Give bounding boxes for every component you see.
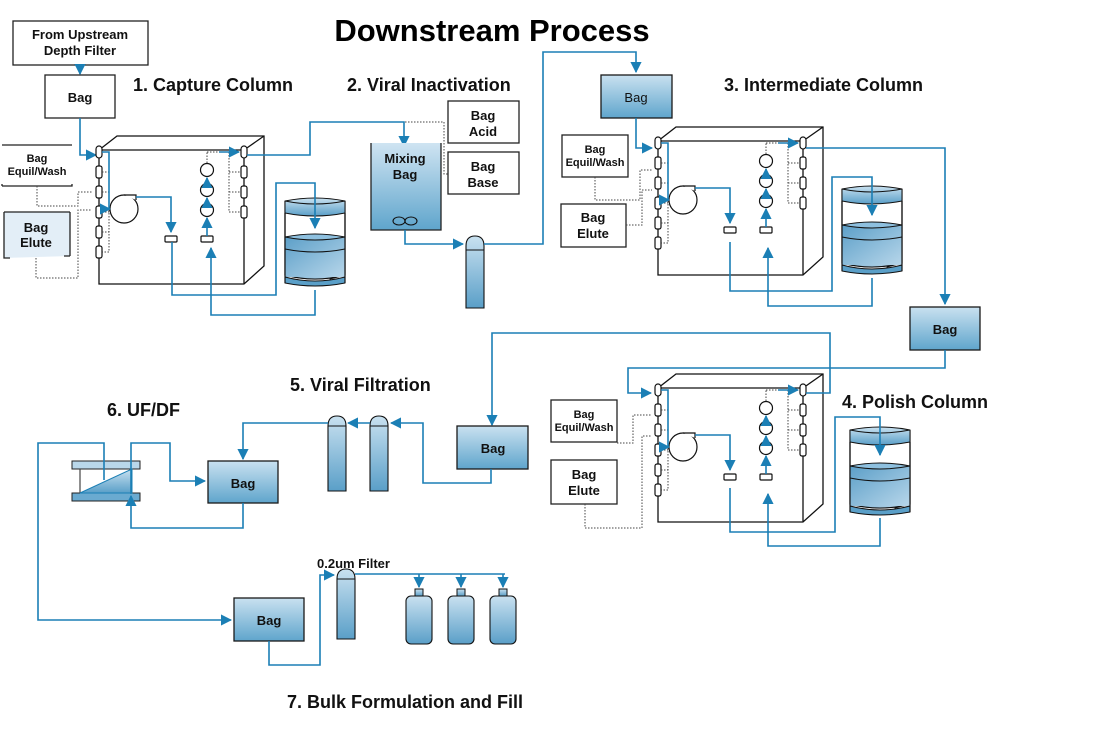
sterile-filter-label: 0.2um Filter [317, 556, 390, 571]
fill-bottle-3 [489, 588, 517, 645]
intermediate-chromatography-skid [655, 127, 823, 275]
svg-text:Base: Base [467, 175, 498, 190]
fill-bottle-2 [447, 588, 475, 645]
svg-text:Bag: Bag [572, 467, 597, 482]
svg-text:Bag: Bag [24, 220, 49, 235]
step-intermediate-column: 3. Intermediate Column [724, 75, 923, 95]
step-capture-column: 1. Capture Column [133, 75, 293, 95]
fill-bottle-1 [405, 588, 433, 645]
process-diagram: Downstream Process 1. Capture Column 2. … [1, 13, 988, 712]
svg-text:Equil/Wash: Equil/Wash [566, 157, 625, 169]
svg-text:Bag: Bag [27, 153, 48, 165]
svg-text:Acid: Acid [469, 124, 497, 139]
mixing-bag: Mixing Bag [370, 143, 442, 231]
viral-filter-2 [369, 415, 389, 492]
sterile-filter [336, 568, 356, 640]
svg-text:Bag: Bag [471, 159, 496, 174]
svg-text:Bag: Bag [585, 144, 606, 156]
upstream-depth-filter-box: From Upstream Depth Filter [12, 20, 149, 66]
base-bag: Bag Base [447, 151, 520, 195]
svg-text:Equil/Wash: Equil/Wash [555, 422, 614, 434]
polish-equil-wash-bag: Bag Equil/Wash [550, 399, 618, 443]
capture-feed-bag: Bag [44, 74, 116, 119]
capture-equil-wash-bag: Bag Equil/Wash [1, 144, 73, 187]
svg-text:Equil/Wash: Equil/Wash [8, 166, 67, 178]
svg-text:Bag: Bag [624, 90, 647, 105]
step-viral-filtration: 5. Viral Filtration [290, 375, 431, 395]
svg-text:Elute: Elute [20, 235, 52, 250]
bulk-formulation-bag: Bag [233, 597, 305, 642]
ufdf-retentate-bag: Bag [207, 460, 279, 504]
intermediate-product-bag: Bag [909, 306, 981, 351]
svg-text:Bag: Bag [231, 476, 256, 491]
page-title: Downstream Process [334, 13, 649, 48]
svg-text:Elute: Elute [568, 483, 600, 498]
svg-text:Bag: Bag [574, 409, 595, 421]
svg-text:Bag: Bag [481, 441, 506, 456]
svg-text:Bag: Bag [581, 210, 606, 225]
polish-chromatography-skid [655, 374, 823, 522]
step-bulk-formulation-fill: 7. Bulk Formulation and Fill [287, 692, 523, 712]
viral-filter-1 [327, 415, 347, 492]
svg-text:Elute: Elute [577, 226, 609, 241]
svg-text:Bag: Bag [471, 108, 496, 123]
step-polish-column: 4. Polish Column [842, 392, 988, 412]
svg-text:Bag: Bag [933, 322, 958, 337]
svg-text:Bag: Bag [257, 613, 282, 628]
capture-chromatography-skid [96, 136, 264, 284]
svg-text:Depth Filter: Depth Filter [44, 43, 116, 58]
polish-elute-bag: Bag Elute [550, 459, 618, 505]
tff-cassette [71, 460, 141, 502]
acid-bag: Bag Acid [447, 100, 520, 144]
step-viral-inactivation: 2. Viral Inactivation [347, 75, 511, 95]
intermediate-elute-bag: Bag Elute [560, 203, 627, 248]
svg-text:Bag: Bag [393, 167, 418, 182]
intermediate-equil-wash-bag: Bag Equil/Wash [561, 134, 629, 178]
svg-text:Bag: Bag [68, 90, 93, 105]
svg-text:From Upstream: From Upstream [32, 27, 128, 42]
viral-inactivation-filter [465, 235, 485, 309]
intermediate-feed-bag: Bag [600, 74, 673, 119]
step-uf-df: 6. UF/DF [107, 400, 180, 420]
svg-text:Mixing: Mixing [384, 151, 425, 166]
viral-filtration-feed-bag: Bag [456, 425, 529, 470]
capture-elute-bag: Bag Elute [3, 211, 71, 259]
